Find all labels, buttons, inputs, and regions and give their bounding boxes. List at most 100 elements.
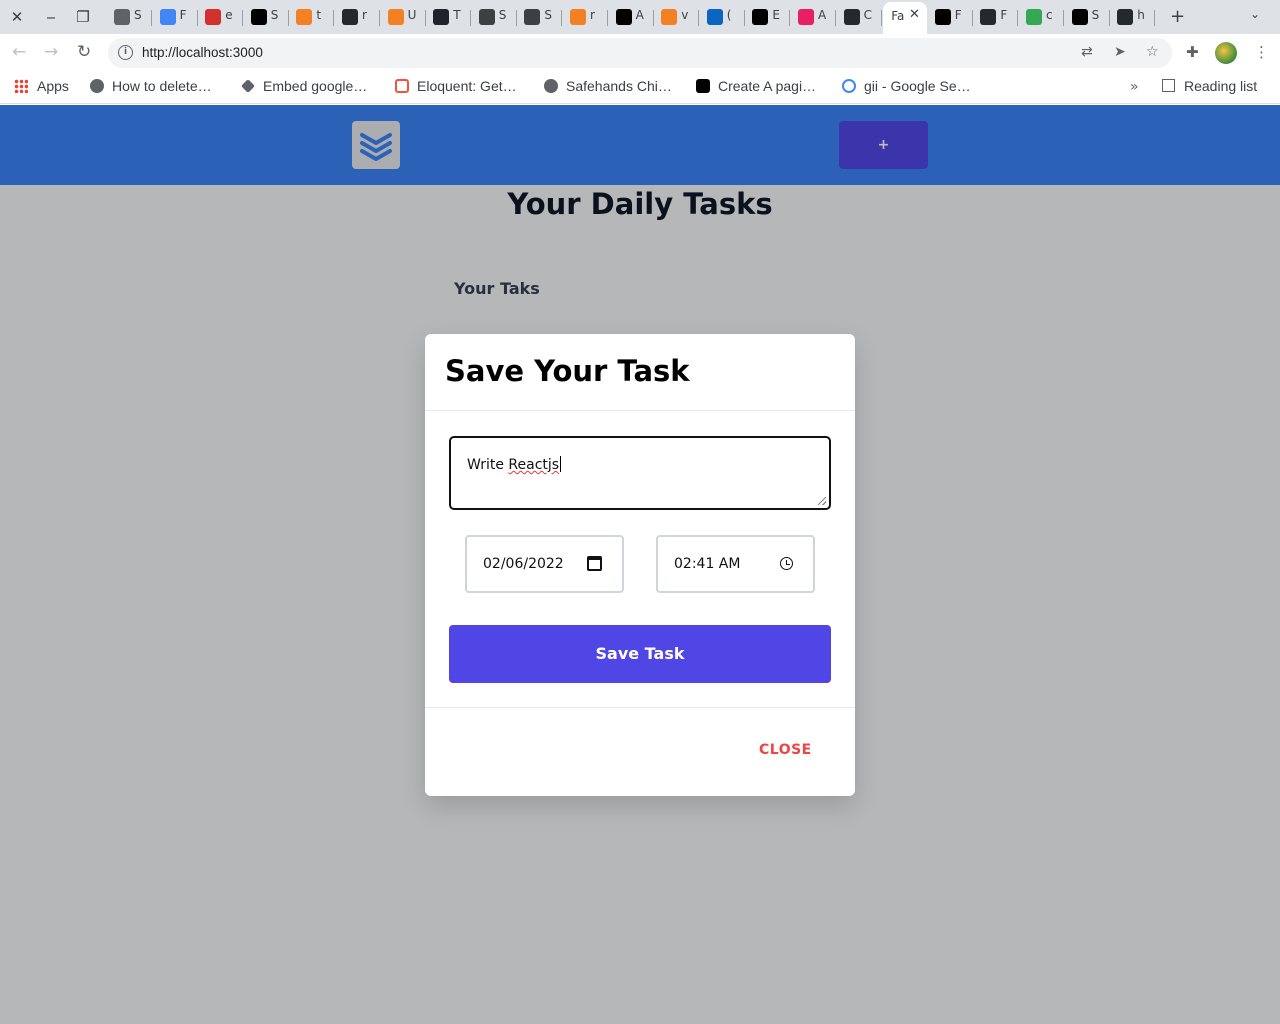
pinkcircle-icon	[798, 9, 814, 25]
bookmark-item[interactable]: Safehands Chi…	[544, 78, 672, 98]
clock-icon[interactable]	[780, 557, 793, 570]
tab-separator	[379, 10, 380, 26]
url-text[interactable]: http://localhost:3000	[142, 45, 263, 60]
close-button[interactable]: CLOSE	[759, 742, 812, 758]
time-value: 02:41 AM	[674, 556, 741, 572]
tab-separator	[698, 10, 700, 26]
extensions-icon[interactable]: ✚	[1186, 43, 1199, 61]
tab[interactable]: S	[245, 4, 289, 30]
stackoverflow-icon	[570, 9, 586, 25]
tab[interactable]: T	[427, 4, 472, 30]
back-icon[interactable]: ←	[12, 42, 26, 62]
tab-separator	[971, 10, 973, 26]
tab-title: F	[1000, 8, 1008, 22]
tab-title: r	[362, 8, 367, 22]
tab-separator	[242, 10, 244, 26]
x-circle-icon	[524, 9, 541, 25]
tab-separator	[470, 10, 472, 26]
tab-separator	[333, 10, 335, 26]
new-tab-icon[interactable]: +	[1170, 6, 1185, 27]
tab[interactable]: F	[974, 4, 1019, 30]
bookmark-item[interactable]: Eloquent: Get…	[395, 78, 517, 98]
stackoverflow-icon	[661, 9, 678, 25]
tab-separator	[1154, 10, 1156, 26]
reading-list-label: Reading list	[1184, 78, 1258, 94]
linkedin-icon	[706, 9, 723, 25]
tab[interactable]: F	[154, 4, 198, 30]
date-input[interactable]: 02/06/2022	[465, 535, 624, 593]
dev-icon	[250, 9, 267, 25]
more-bookmarks-icon[interactable]: »	[1130, 79, 1139, 95]
save-task-button[interactable]: Save Task	[449, 625, 831, 683]
close-window-icon[interactable]: ✕	[6, 6, 28, 28]
tab[interactable]: v	[655, 4, 700, 30]
react-icon	[433, 9, 450, 25]
tab[interactable]: C	[838, 4, 882, 30]
bookmark-star-icon[interactable]: ☆	[1146, 44, 1159, 60]
bookmark-item[interactable]: Embed google…	[241, 78, 367, 98]
browser-toolbar: ← → ↻ i http://localhost:3000 ⇄ ➤ ☆ ✚ ⋮	[0, 34, 1280, 72]
tab-title: A	[635, 8, 644, 22]
tab-search-icon[interactable]: ⌄	[1250, 7, 1260, 21]
tab[interactable]: E	[746, 4, 791, 30]
tab[interactable]: e	[199, 4, 244, 30]
tab-title: c	[1046, 8, 1053, 22]
send-icon[interactable]: ➤	[1114, 44, 1126, 60]
tab[interactable]: A	[792, 4, 836, 30]
minimize-icon[interactable]: ‒	[40, 6, 62, 28]
tab[interactable]: h	[1111, 4, 1156, 30]
tab-separator	[789, 10, 791, 26]
restore-icon[interactable]: ❐	[72, 6, 94, 28]
tab-close-icon[interactable]: ✕	[909, 7, 920, 22]
address-bar[interactable]: i http://localhost:3000 ⇄ ➤ ☆	[108, 38, 1172, 68]
bookmark-item[interactable]: gii - Google Se…	[842, 78, 971, 98]
tab-active[interactable]: Fa	[883, 2, 928, 34]
calendar-icon[interactable]	[587, 556, 602, 571]
tab[interactable]: S	[108, 4, 152, 30]
tab-separator	[835, 10, 836, 26]
bookmark-label: gii - Google Se…	[864, 78, 971, 94]
figma-icon	[1026, 9, 1042, 25]
tab[interactable]: r	[564, 4, 608, 30]
tab[interactable]: A	[610, 4, 654, 30]
tab[interactable]: F	[929, 4, 973, 30]
task-text: Write Reactjs	[467, 456, 562, 473]
bookmark-item[interactable]: How to delete…	[90, 78, 212, 98]
tab-separator	[151, 10, 152, 26]
tab[interactable]: S	[518, 4, 563, 30]
tab-separator	[607, 10, 608, 26]
tab-title: (	[726, 8, 732, 22]
github-icon	[1117, 9, 1134, 25]
profile-avatar[interactable]	[1215, 42, 1237, 64]
bookmark-apps[interactable]: Apps	[14, 78, 69, 98]
bookmark-label: How to delete…	[112, 78, 212, 94]
modal-title: Save Your Task	[445, 354, 690, 388]
tab[interactable]: t	[290, 4, 335, 30]
time-input[interactable]: 02:41 AM	[656, 535, 815, 593]
task-textarea[interactable]: Write Reactjs	[449, 436, 831, 510]
tab[interactable]: (	[701, 4, 745, 30]
site-info-icon[interactable]: i	[118, 45, 133, 60]
diamond-icon	[241, 79, 255, 93]
tab[interactable]: S	[1066, 4, 1110, 30]
laravel-news-icon	[205, 9, 222, 25]
translate-icon[interactable]: ⇄	[1081, 44, 1093, 60]
tab[interactable]: c	[1020, 4, 1064, 30]
menu-icon[interactable]: ⋮	[1254, 43, 1269, 61]
bookmark-item[interactable]: Create A pagi…	[696, 78, 816, 98]
reload-icon[interactable]: ↻	[77, 42, 91, 62]
bookmark-label: Apps	[37, 78, 69, 94]
medium-icon	[696, 79, 710, 93]
tab[interactable]: S	[473, 4, 517, 30]
forward-icon[interactable]: →	[44, 42, 58, 62]
tab[interactable]: r	[336, 4, 380, 30]
tab-title: S	[134, 8, 142, 22]
bookmark-label: Create A pagi…	[718, 78, 817, 94]
reading-list-button[interactable]: Reading list	[1162, 78, 1257, 94]
bookmarks-bar: Apps How to delete… Embed google… Eloque…	[0, 72, 1280, 104]
tab[interactable]: U	[382, 4, 426, 30]
tab-separator	[1108, 10, 1110, 26]
resize-handle-icon[interactable]	[818, 497, 826, 505]
divider	[425, 707, 855, 708]
globe-icon	[544, 79, 558, 93]
